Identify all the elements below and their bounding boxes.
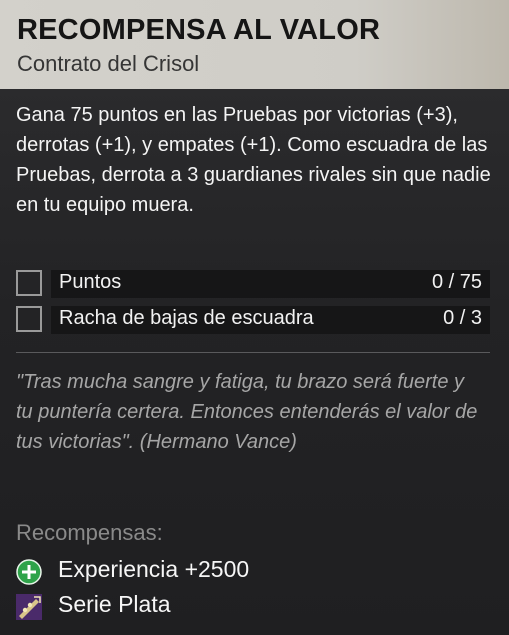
objective-progress-value: 0 / 3 bbox=[443, 307, 482, 329]
objective-row: Racha de bajas de escuadra 0 / 3 bbox=[16, 306, 490, 336]
objective-progress-bar: Puntos 0 / 75 bbox=[51, 270, 490, 298]
rewards-heading: Recompensas: bbox=[16, 520, 163, 545]
item-title: RECOMPENSA AL VALOR bbox=[17, 14, 381, 46]
reward-label: Serie Plata bbox=[58, 591, 171, 617]
bounty-tooltip: RECOMPENSA AL VALOR Contrato del Crisol … bbox=[0, 0, 509, 635]
objective-label: Puntos bbox=[59, 271, 122, 293]
reward-label: Experiencia +2500 bbox=[58, 556, 250, 582]
lore-quote: "Tras mucha sangre y fatiga, tu brazo se… bbox=[16, 371, 478, 453]
item-type: Contrato del Crisol bbox=[17, 51, 200, 76]
silver-series-icon bbox=[16, 594, 42, 620]
objective-row: Puntos 0 / 75 bbox=[16, 270, 490, 300]
item-description: Gana 75 puntos en las Pruebas por victor… bbox=[16, 104, 491, 216]
objective-checkbox bbox=[16, 306, 42, 332]
reward-item: Serie Plata bbox=[16, 591, 486, 621]
xp-plus-icon bbox=[16, 559, 42, 585]
objective-progress-bar: Racha de bajas de escuadra 0 / 3 bbox=[51, 306, 490, 334]
objective-label: Racha de bajas de escuadra bbox=[59, 307, 314, 329]
objective-checkbox bbox=[16, 270, 42, 296]
section-divider bbox=[16, 352, 490, 353]
objective-progress-value: 0 / 75 bbox=[431, 271, 482, 293]
tooltip-header: RECOMPENSA AL VALOR Contrato del Crisol bbox=[0, 0, 509, 89]
reward-item: Experiencia +2500 bbox=[16, 556, 486, 586]
